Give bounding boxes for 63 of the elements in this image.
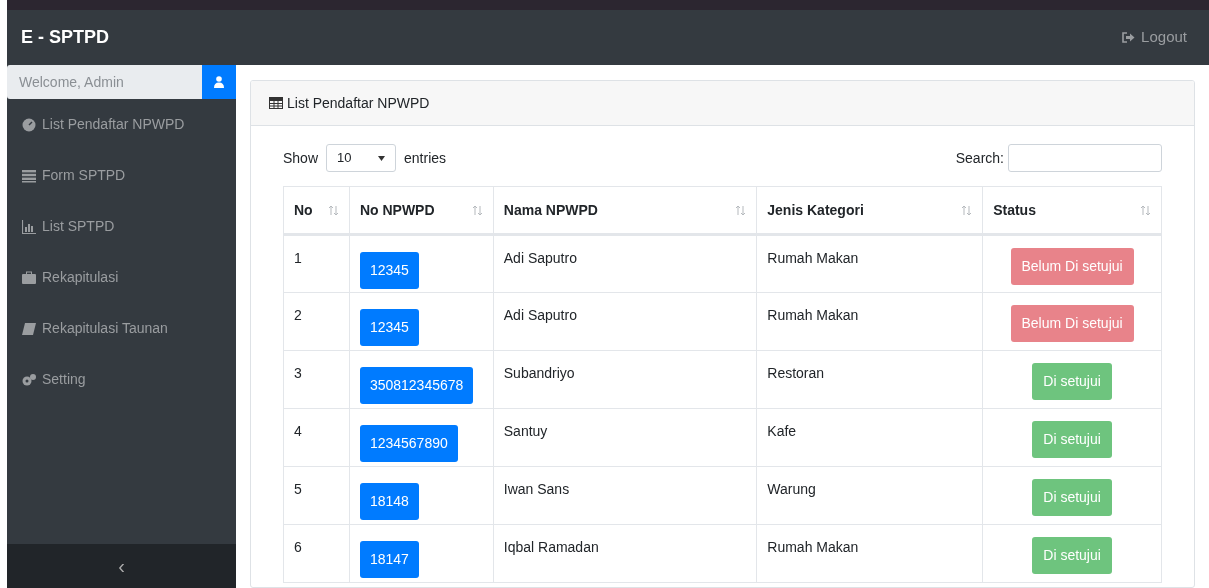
sort-icon: [961, 204, 973, 216]
entries-label: entries: [404, 148, 447, 168]
table-cell: Adi Saputro: [493, 292, 757, 351]
sort-icon: [471, 204, 483, 216]
sidebar-item[interactable]: Rekapitulasi: [7, 252, 236, 303]
table-cell: Rumah Makan: [756, 524, 983, 583]
bar-chart-icon: [22, 219, 36, 234]
sidebar-item[interactable]: Setting: [7, 354, 236, 405]
npwpd-button[interactable]: 18148: [359, 483, 419, 520]
table-cell: Rumah Makan: [756, 234, 983, 293]
table-cell: 2: [283, 292, 350, 351]
table-cell: Restoran: [756, 350, 983, 409]
page-size-select[interactable]: 10: [326, 144, 397, 172]
column-header[interactable]: No: [283, 186, 350, 235]
sidebar-item[interactable]: List SPTPD: [7, 201, 236, 252]
sort-icon: [327, 204, 339, 216]
npwpd-button[interactable]: 12345: [359, 309, 419, 346]
table-cell: Warung: [756, 466, 983, 525]
table-icon: [269, 97, 283, 109]
table-cell: Adi Saputro: [493, 234, 757, 293]
column-header[interactable]: Nama NPWPD: [493, 186, 757, 235]
sidebar-item[interactable]: List Pendaftar NPWPD: [7, 99, 236, 150]
table-cell: Rumah Makan: [756, 292, 983, 351]
collapse-sidebar-button[interactable]: ‹: [7, 544, 236, 588]
user-icon: [214, 76, 224, 88]
table-cell: 1: [283, 234, 350, 293]
sidebar-item[interactable]: Form SPTPD: [7, 150, 236, 201]
table-cell: Santuy: [493, 408, 757, 467]
npwpd-button[interactable]: 350812345678: [359, 367, 474, 404]
sort-icon: [1140, 204, 1151, 216]
caret-icon: [378, 155, 386, 161]
column-header[interactable]: Jenis Kategori: [756, 186, 983, 235]
table-cell: Kafe: [756, 408, 983, 467]
npwpd-button[interactable]: 12345: [359, 252, 419, 289]
column-header[interactable]: Status: [982, 186, 1162, 235]
logout-icon: [1122, 32, 1136, 43]
logout-link[interactable]: Logout: [1122, 26, 1187, 49]
npwpd-button[interactable]: 1234567890: [359, 425, 458, 462]
table-cell: Iqbal Ramadan: [493, 524, 757, 583]
sort-icon: [735, 204, 747, 216]
search-field[interactable]: [1008, 144, 1162, 172]
search-label: Search:: [955, 148, 1004, 168]
npwpd-button[interactable]: 18147: [359, 541, 419, 578]
column-header[interactable]: No NPWPD: [349, 186, 494, 235]
app-brand: E - SPTPD: [21, 26, 109, 49]
gauge-icon: [22, 117, 36, 132]
gears-icon: [22, 372, 36, 387]
briefcase-icon: [22, 270, 36, 285]
table-cell: 5: [283, 466, 350, 525]
list-icon: [22, 168, 36, 183]
show-label: Show: [283, 148, 319, 168]
sidebar-item[interactable]: Rekapitulasi Taunan: [7, 303, 236, 354]
table-cell: 6: [283, 524, 350, 583]
card-title: List Pendaftar NPWPD: [287, 93, 430, 113]
status-button[interactable]: Belum Di setujui: [1010, 248, 1134, 285]
user-button[interactable]: [202, 65, 236, 99]
table-cell: Iwan Sans: [493, 466, 757, 525]
table-cell: 4: [283, 408, 350, 467]
table-cell: 3: [283, 350, 350, 409]
welcome-field[interactable]: Welcome, Admin: [7, 65, 202, 99]
table-cell: Subandriyo: [493, 350, 757, 409]
status-button[interactable]: Belum Di setujui: [1010, 305, 1134, 342]
book-icon: [22, 321, 36, 336]
